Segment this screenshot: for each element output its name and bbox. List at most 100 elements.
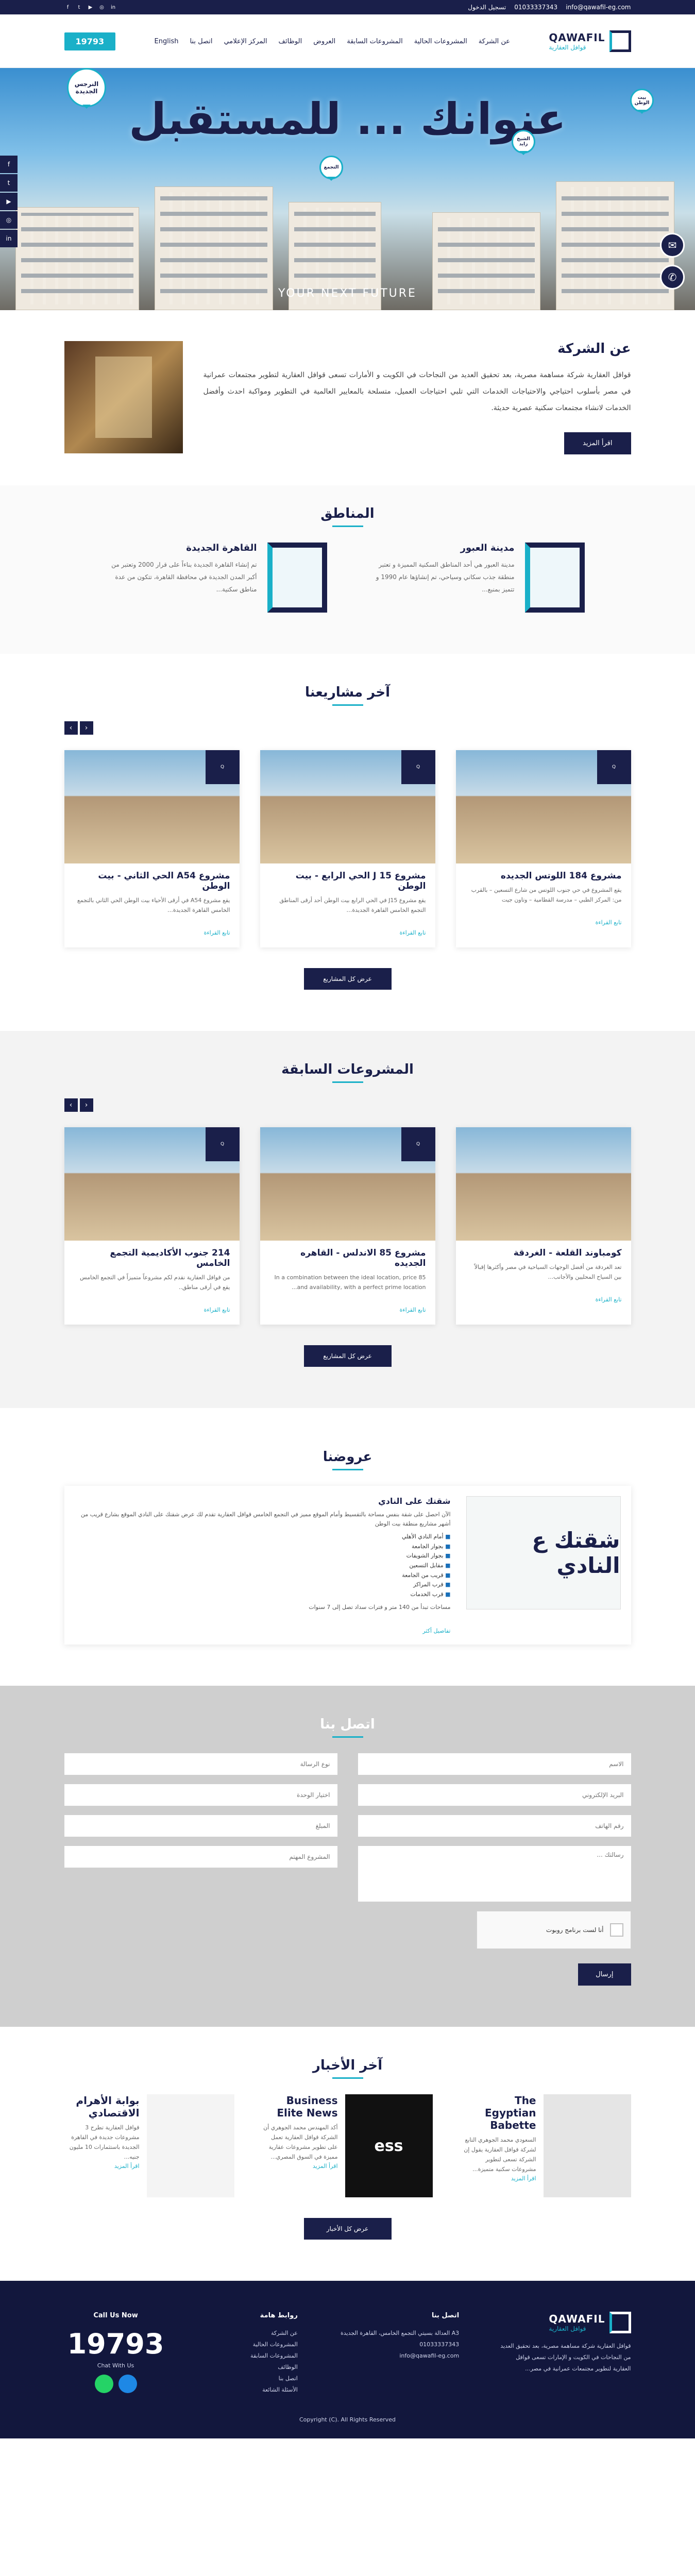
project-image <box>455 1127 631 1241</box>
project-badge: Q <box>401 750 435 784</box>
read-more-link[interactable]: تابع القراءة <box>269 1307 426 1313</box>
area-card[interactable]: القاهرة الجديدة تم إنشاء القاهرة الجديدة… <box>111 542 327 613</box>
instagram-icon[interactable]: ◎ <box>98 4 106 11</box>
linkedin-icon[interactable]: in <box>0 230 18 247</box>
facebook-icon[interactable]: f <box>0 156 18 173</box>
name-input[interactable] <box>358 1753 631 1775</box>
whatsapp-icon[interactable]: ✆ <box>660 265 685 290</box>
message-input[interactable] <box>358 1846 631 1902</box>
header: QAWAFIL قوافل العقارية عن الشركة المشروع… <box>0 14 695 68</box>
about-more-button[interactable]: اقرأ المزيد <box>564 432 631 454</box>
footer-link[interactable]: الوظائف <box>205 2362 298 2373</box>
project-card[interactable]: Q 214 جنوب الأكاديمية التجمع الخامس من ق… <box>64 1127 240 1325</box>
project-desc: يقع مشروع J15 في الحي الرابع بيت الوطن أ… <box>279 896 426 914</box>
topbar: info@qawafil-eg.com 01033337343 تسجيل ال… <box>0 0 695 14</box>
project-image: Q <box>260 1127 435 1241</box>
offer-feature: بجوار الشويفات <box>75 1551 451 1561</box>
footer-link[interactable]: المشروعات السابقة <box>205 2350 298 2362</box>
area-card[interactable]: مدينة العبور مدينة العبور هي أحد المناطق… <box>368 542 585 613</box>
top-socials: f t ▶ ◎ in <box>64 4 117 11</box>
nav-contact[interactable]: اتصل بنا <box>190 38 212 45</box>
offer-card[interactable]: شقتك ع النادي شقتك على النادي الآن احصل … <box>64 1485 631 1645</box>
project-card[interactable]: كومباوند القلعة - الغردقة تعد الغردقة من… <box>455 1127 631 1325</box>
logo-mark <box>609 2312 631 2334</box>
project-card[interactable]: Q مشروع 15 J الحي الرابع - بيت الوطن يقع… <box>260 750 435 947</box>
news-card[interactable]: بوابة الأهرام الاقتصادي قوافل العقارية ت… <box>64 2094 234 2198</box>
email-input[interactable] <box>358 1784 631 1806</box>
footer-link[interactable]: المشروعات الحالية <box>205 2339 298 2350</box>
project-card[interactable]: Q مشروع A54 الحي الثاني - بيت الوطن يقع … <box>64 750 240 947</box>
nav-previous-projects[interactable]: المشروعات السابقة <box>347 38 403 45</box>
nav-offers[interactable]: العروض <box>313 38 335 45</box>
footer-phone[interactable]: 01033337343 <box>335 2339 459 2350</box>
read-more-link[interactable]: تابع القراءة <box>269 929 426 936</box>
about-image <box>64 341 183 453</box>
footer-link[interactable]: اتصل بنا <box>205 2373 298 2384</box>
budget-select[interactable] <box>64 1815 337 1837</box>
unit-select[interactable] <box>64 1784 337 1806</box>
news-card[interactable]: The Egyptian Babette السعودي محمد الجوهر… <box>461 2094 631 2198</box>
offer-feature: مقابل التسعين <box>75 1561 451 1571</box>
offer-image: شقتك ع النادي <box>466 1496 621 1609</box>
logo-text-ar: قوافل العقارية <box>549 2325 586 2333</box>
read-more-link[interactable]: تابع القراءة <box>465 919 622 926</box>
read-more-link[interactable]: تابع القراءة <box>74 929 230 936</box>
nav-jobs[interactable]: الوظائف <box>279 38 302 45</box>
messenger-icon[interactable]: ✉ <box>660 233 685 258</box>
login-link[interactable]: تسجيل الدخول <box>468 4 506 11</box>
read-more-link[interactable]: اقرأ المزيد <box>511 2175 536 2182</box>
next-arrow-icon[interactable]: › <box>79 1098 93 1112</box>
contact-title: اتصل بنا <box>64 1717 631 1738</box>
all-projects-button[interactable]: عرض كل المشاريع <box>303 968 392 990</box>
nav-current-projects[interactable]: المشروعات الحالية <box>414 38 467 45</box>
offer-feature: قريب من الجامعة <box>75 1571 451 1581</box>
prev-arrow-icon[interactable]: ‹ <box>64 721 78 735</box>
recaptcha[interactable]: أنا لست برنامج روبوت <box>476 1911 631 1950</box>
footer-hotline[interactable]: 19793 <box>64 2328 167 2360</box>
project-badge: Q <box>401 1127 435 1161</box>
phone-input[interactable] <box>358 1815 631 1837</box>
whatsapp-icon[interactable] <box>94 2375 113 2394</box>
phone-link[interactable]: 01033337343 <box>514 4 557 11</box>
footer-logo[interactable]: QAWAFIL قوافل العقارية <box>497 2312 631 2334</box>
previous-projects-title: المشروعات السابقة <box>64 1062 631 1083</box>
email-link[interactable]: info@qawafil-eg.com <box>566 4 631 11</box>
read-more-link[interactable]: اقرأ المزيد <box>114 2163 140 2170</box>
project-desc: تعد الغردقة من أفضل الوجهات السياحية في … <box>474 1263 622 1281</box>
hotline-button[interactable]: 19793 <box>64 32 116 50</box>
news-card[interactable]: ess Business Elite News أكد المهندس محمد… <box>263 2094 433 2198</box>
facebook-icon[interactable]: f <box>64 4 72 11</box>
logo[interactable]: QAWAFIL قوافل العقارية <box>549 30 631 52</box>
project-badge: Q <box>597 750 631 784</box>
instagram-icon[interactable]: ◎ <box>0 211 18 229</box>
nav-media[interactable]: المركز الإعلامي <box>224 38 267 45</box>
messenger-icon[interactable] <box>118 2375 137 2394</box>
next-arrow-icon[interactable]: › <box>79 721 93 735</box>
all-projects-button[interactable]: عرض كل المشاريع <box>303 1345 392 1367</box>
youtube-icon[interactable]: ▶ <box>0 193 18 210</box>
news-desc: قوافل العقارية تطرح 3 مشروعات جديدة في ا… <box>69 2124 140 2160</box>
nav-about[interactable]: عن الشركة <box>479 38 510 45</box>
project-card[interactable]: Q مشروع 184 اللوتس الجديده يقع المشروع ف… <box>455 750 631 947</box>
offer-details-link[interactable]: تفاصيل أكثر <box>75 1628 450 1634</box>
send-button[interactable]: إرسال <box>578 1963 631 1986</box>
footer-link[interactable]: الأسئلة الشائعة <box>205 2384 298 2396</box>
twitter-icon[interactable]: t <box>76 4 83 11</box>
nav-english[interactable]: English <box>155 38 179 45</box>
prev-arrow-icon[interactable]: ‹ <box>64 1098 78 1112</box>
recaptcha-checkbox[interactable] <box>609 1923 623 1937</box>
message-type-select[interactable] <box>64 1753 337 1775</box>
news-image <box>146 2094 234 2198</box>
twitter-icon[interactable]: t <box>0 174 18 192</box>
project-card[interactable]: Q مشروع 85 الاندلس - القاهره الجديده In … <box>260 1127 435 1325</box>
read-more-link[interactable]: تابع القراءة <box>465 1296 622 1303</box>
footer-link[interactable]: عن الشركة <box>205 2328 298 2339</box>
read-more-link[interactable]: اقرأ المزيد <box>313 2163 338 2170</box>
news-desc: السعودي محمد الجوهري التابع لشركة قوافل … <box>464 2137 536 2173</box>
youtube-icon[interactable]: ▶ <box>87 4 94 11</box>
linkedin-icon[interactable]: in <box>110 4 117 11</box>
project-select[interactable] <box>64 1846 337 1868</box>
read-more-link[interactable]: تابع القراءة <box>74 1307 230 1313</box>
all-news-button[interactable]: عرض كل الأخبار <box>303 2218 392 2240</box>
footer-email[interactable]: info@qawafil-eg.com <box>335 2350 459 2362</box>
